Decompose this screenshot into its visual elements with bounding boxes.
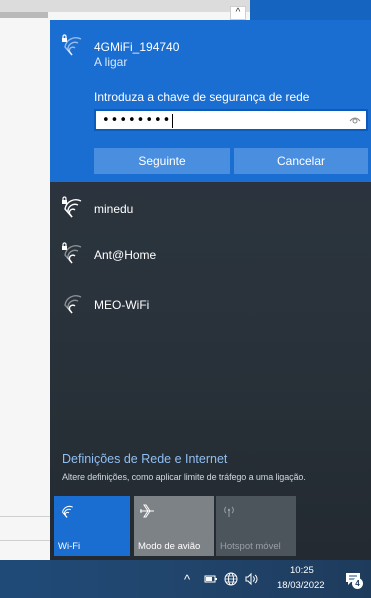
network-item-ant-home[interactable]: Ant@Home <box>50 232 371 276</box>
network-item-meo-wifi[interactable]: MEO-WiFi <box>50 282 371 326</box>
background-toolbar <box>0 0 250 12</box>
active-network-panel: 4GMiFi_194740 A ligar Introduza a chave … <box>50 20 371 182</box>
wifi-secured-icon <box>60 34 84 56</box>
tile-label: Hotspot móvel <box>220 541 281 552</box>
active-network-status: A ligar <box>94 55 128 69</box>
network-name: MEO-WiFi <box>94 298 150 312</box>
background-divider <box>0 516 50 517</box>
taskbar: ^ 10:25 18/03/2022 4 <box>0 560 371 598</box>
airplane-icon <box>140 504 154 518</box>
mobile-hotspot-tile[interactable]: Hotspot móvel <box>216 496 296 556</box>
network-settings-link[interactable]: Definições de Rede e Internet <box>62 452 227 466</box>
background-toolbar-tab <box>0 12 48 18</box>
network-globe-icon[interactable] <box>224 572 238 586</box>
next-button[interactable]: Seguinte <box>94 148 230 174</box>
network-settings-subtitle: Altere definições, como aplicar limite d… <box>62 472 306 482</box>
wifi-icon <box>62 505 73 518</box>
background-divider <box>0 540 50 541</box>
tile-label: Wi-Fi <box>58 541 81 552</box>
scroll-up-arrow-icon[interactable]: ^ <box>230 6 246 20</box>
tile-label: Modo de avião <box>138 541 201 552</box>
wifi-secured-icon <box>60 196 84 218</box>
notification-count-badge: 4 <box>352 578 363 589</box>
wifi-toggle-tile[interactable]: Wi-Fi <box>54 496 130 556</box>
clock-time[interactable]: 10:25 <box>290 565 314 576</box>
network-item-minedu[interactable]: minedu <box>50 186 371 230</box>
network-flyout: 4GMiFi_194740 A ligar Introduza a chave … <box>50 20 371 560</box>
password-prompt-label: Introduza a chave de segurança de rede <box>94 90 310 104</box>
show-hidden-icons-chevron-icon[interactable]: ^ <box>184 572 190 587</box>
network-key-input[interactable]: •••••••• <box>94 109 368 131</box>
hotspot-icon <box>224 506 234 517</box>
network-name: minedu <box>94 202 134 216</box>
network-name: Ant@Home <box>94 248 157 262</box>
reveal-password-icon[interactable] <box>349 115 361 125</box>
wifi-secured-icon <box>60 242 84 264</box>
volume-icon[interactable] <box>244 572 260 586</box>
battery-icon[interactable] <box>204 573 218 585</box>
network-key-value: •••••••• <box>102 113 174 128</box>
cancel-button[interactable]: Cancelar <box>234 148 368 174</box>
wifi-icon <box>60 292 84 314</box>
active-network-name: 4GMiFi_194740 <box>94 40 180 54</box>
airplane-mode-tile[interactable]: Modo de avião <box>134 496 214 556</box>
clock-date[interactable]: 18/03/2022 <box>277 580 325 591</box>
